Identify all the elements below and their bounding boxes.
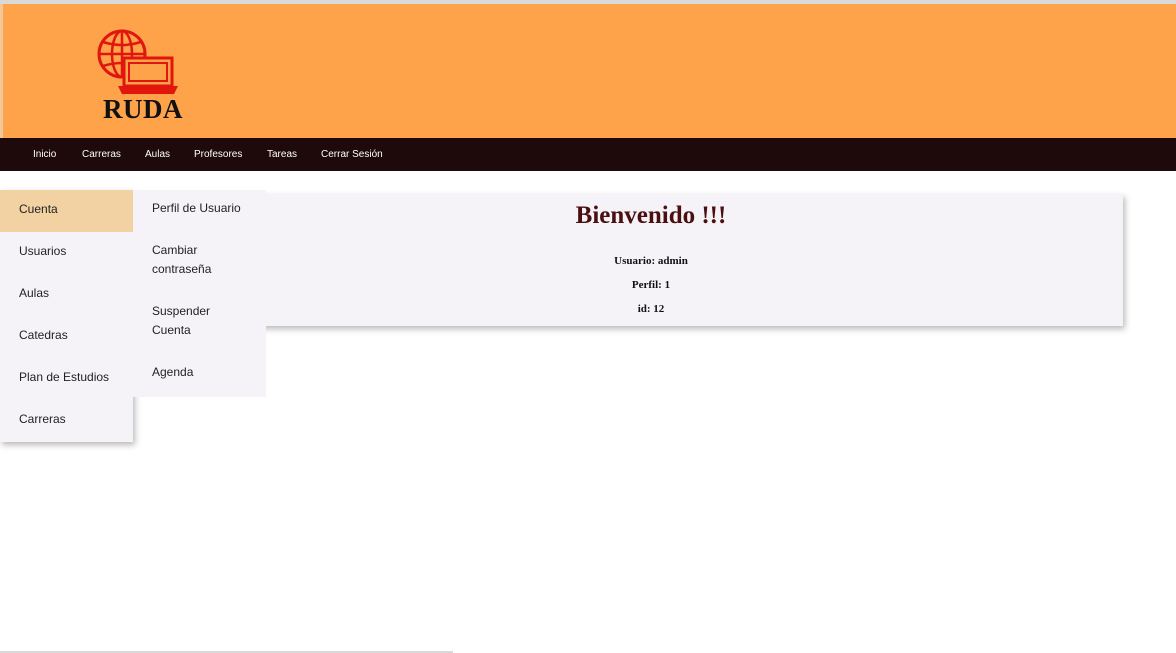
welcome-card: Bienvenido !!! Usuario: admin Perfil: 1 …: [179, 194, 1123, 326]
sidebar-item-catedras[interactable]: Catedras: [0, 316, 133, 358]
main-navbar: Inicio Carreras Aulas Profesores Tareas …: [0, 138, 1176, 171]
id-label: id: 12: [637, 303, 665, 315]
nav-aulas[interactable]: Aulas: [145, 138, 170, 171]
sidebar-item-plan-de-estudios[interactable]: Plan de Estudios: [0, 358, 133, 400]
sidebar-item-aulas[interactable]: Aulas: [0, 274, 133, 316]
globe-computer-icon: [97, 29, 178, 94]
ruda-logo[interactable]: RUDA: [96, 28, 196, 128]
submenu-cambiar-contrasena[interactable]: Cambiar contraseña: [152, 241, 232, 279]
submenu-suspender-cuenta[interactable]: Suspender Cuenta: [152, 302, 232, 340]
nav-cerrar-sesion[interactable]: Cerrar Sesión: [321, 138, 383, 171]
nav-profesores[interactable]: Profesores: [194, 138, 242, 171]
sidebar-item-usuarios[interactable]: Usuarios: [0, 232, 133, 274]
nav-inicio[interactable]: Inicio: [33, 138, 56, 171]
logo-text: RUDA: [103, 94, 183, 124]
usuario-label: Usuario: admin: [614, 255, 688, 267]
sidebar-item-carreras[interactable]: Carreras: [0, 400, 133, 442]
nav-tareas[interactable]: Tareas: [267, 138, 297, 171]
welcome-title: Bienvenido !!!: [575, 202, 727, 229]
submenu-perfil-de-usuario[interactable]: Perfil de Usuario: [152, 199, 262, 218]
cuenta-submenu: Perfil de Usuario Cambiar contraseña Sus…: [133, 190, 266, 397]
perfil-label: Perfil: 1: [631, 279, 671, 291]
sidebar-item-cuenta[interactable]: Cuenta: [0, 190, 133, 232]
site-header: RUDA: [3, 4, 1176, 138]
nav-carreras[interactable]: Carreras: [82, 138, 121, 171]
submenu-agenda[interactable]: Agenda: [152, 363, 262, 382]
sidebar-menu: Cuenta Usuarios Aulas Catedras Plan de E…: [0, 190, 133, 442]
